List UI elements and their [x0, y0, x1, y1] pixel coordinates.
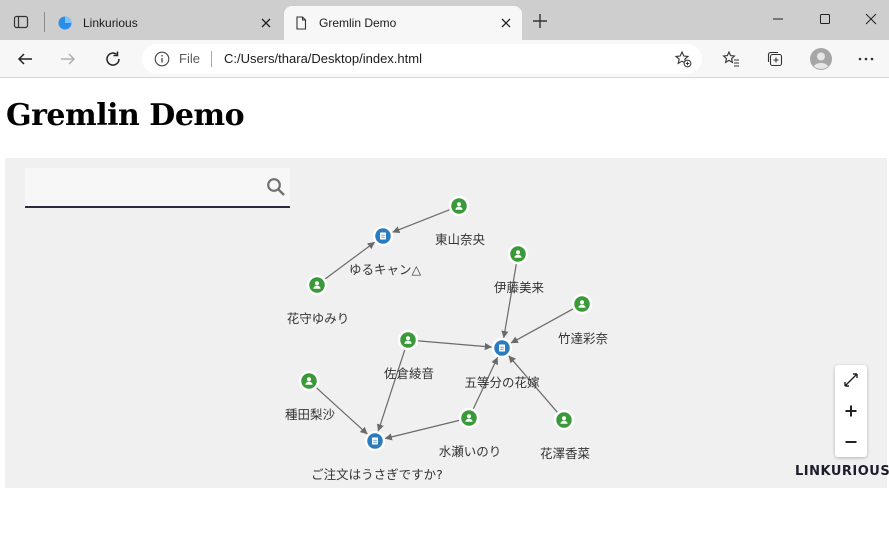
address-bar[interactable]: File C:/Users/thara/Desktop/index.html — [142, 44, 702, 74]
graph-node-minase[interactable] — [458, 407, 480, 429]
tab-actions-button[interactable] — [8, 9, 34, 35]
minimize-button[interactable] — [766, 8, 790, 30]
graph-node-label: 水瀬いのり — [439, 444, 502, 459]
close-icon — [865, 13, 877, 25]
graph-node-label: 竹達彩奈 — [558, 331, 609, 346]
tab-separator — [44, 12, 45, 32]
add-favorite-icon[interactable] — [674, 50, 692, 68]
graph-node-taketatsu[interactable] — [571, 293, 593, 315]
graph-edge[interactable] — [416, 340, 493, 351]
document-icon — [499, 344, 505, 352]
graph-edge[interactable] — [376, 348, 406, 432]
linkurious-logo: LINKURIOUS — [795, 463, 889, 479]
maximize-button[interactable] — [813, 8, 837, 30]
graph-node-label: 五等分の花嫁 — [464, 375, 540, 390]
graph-node-label: 種田梨沙 — [285, 407, 336, 422]
graph-node-label: 花澤香菜 — [540, 446, 591, 461]
maximize-icon — [820, 14, 830, 24]
address-divider — [211, 51, 212, 67]
graph-node-ito[interactable] — [507, 243, 529, 265]
graph-edge[interactable] — [501, 262, 518, 339]
graph-node-toyama[interactable] — [448, 195, 470, 217]
more-icon — [858, 57, 874, 61]
tab-actions-icon — [13, 15, 29, 29]
favorites-button[interactable] — [717, 45, 745, 73]
graph-node-label: ご注文はうさぎですか? — [311, 467, 443, 482]
arrow-left-icon — [17, 53, 32, 65]
refresh-icon — [106, 51, 120, 66]
graph-node-gochiusa[interactable] — [364, 430, 386, 452]
graph-node-label: 花守ゆみり — [287, 311, 350, 326]
document-icon — [296, 16, 307, 30]
graph-node-label: ゆるキャン△ — [349, 262, 422, 277]
search-box — [25, 168, 290, 208]
page-title: Gremlin Demo — [6, 98, 245, 133]
graph-node-label: 伊藤美来 — [494, 280, 545, 295]
info-icon[interactable] — [154, 51, 170, 67]
plus-icon — [845, 405, 857, 417]
graph-node-label: 東山奈央 — [435, 232, 486, 247]
forward-button[interactable] — [54, 45, 82, 73]
close-tab-icon[interactable] — [258, 15, 274, 31]
graph-node-sakura[interactable] — [397, 329, 419, 351]
address-scheme: File — [179, 51, 200, 66]
settings-menu-button[interactable] — [852, 45, 880, 73]
minimize-icon — [773, 18, 783, 20]
favorites-icon — [722, 50, 739, 67]
tab-gremlin-demo[interactable]: Gremlin Demo — [284, 6, 522, 40]
search-input[interactable] — [25, 168, 260, 206]
plus-icon — [533, 14, 547, 28]
tab-title: Gremlin Demo — [319, 16, 397, 30]
expand-icon — [844, 373, 858, 387]
document-icon — [380, 232, 386, 240]
avatar-icon — [810, 48, 832, 70]
new-tab-button[interactable] — [529, 10, 551, 32]
collections-icon — [767, 51, 783, 67]
zoom-out-button[interactable] — [835, 427, 867, 457]
graph-edge[interactable] — [392, 208, 451, 234]
back-button[interactable] — [11, 45, 39, 73]
graph-edge[interactable] — [384, 419, 461, 441]
linkurious-favicon-icon — [58, 16, 72, 30]
document-icon — [372, 437, 378, 445]
graph-node-hanamori[interactable] — [306, 274, 328, 296]
graph-node-gotoubun[interactable] — [491, 337, 513, 359]
tab-strip: Linkurious Gremlin Demo — [0, 0, 889, 40]
graph-node-label: 佐倉綾音 — [384, 366, 434, 381]
refresh-button[interactable] — [99, 45, 127, 73]
close-tab-icon[interactable] — [498, 15, 514, 31]
graph-visualization[interactable]: ゆるキャン△ ご注文はうさぎですか? 五等分の花嫁 東山奈央花守ゆみり 伊藤美来竹達彩奈… — [5, 158, 889, 488]
collections-button[interactable] — [761, 45, 789, 73]
zoom-controls — [835, 365, 867, 457]
tab-title: Linkurious — [83, 16, 138, 30]
graph-node-hanazawa[interactable] — [553, 409, 575, 431]
minus-icon — [845, 441, 857, 443]
browser-toolbar: File C:/Users/thara/Desktop/index.html — [0, 40, 889, 78]
profile-button[interactable] — [807, 45, 835, 73]
graph-node-yurucamp[interactable] — [372, 225, 394, 247]
zoom-in-button[interactable] — [835, 396, 867, 426]
fit-to-screen-button[interactable] — [835, 365, 867, 395]
tab-linkurious[interactable]: Linkurious — [48, 6, 282, 40]
close-window-button[interactable] — [859, 8, 883, 30]
address-url[interactable]: C:/Users/thara/Desktop/index.html — [224, 51, 422, 66]
graph-node-taneda[interactable] — [298, 370, 320, 392]
search-icon[interactable] — [266, 177, 286, 197]
arrow-right-icon — [61, 53, 76, 65]
